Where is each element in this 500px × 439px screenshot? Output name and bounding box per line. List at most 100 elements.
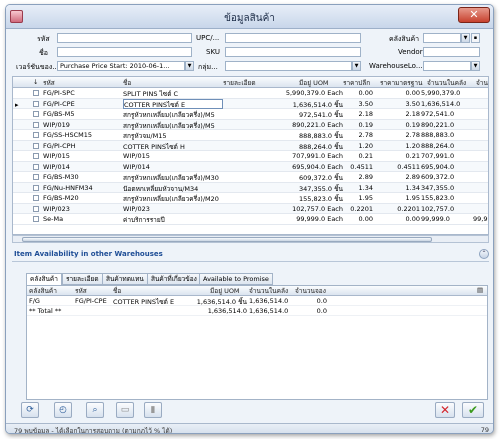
header-list-price[interactable]: ราคาปลีก — [343, 78, 370, 88]
code-input[interactable] — [57, 33, 192, 43]
cell-code: WIP/019 — [43, 120, 70, 129]
row-checkbox[interactable] — [33, 205, 39, 212]
cell-onhand: 155,823.0 — [421, 194, 455, 202]
cell-code: FG/BS-M30 — [43, 173, 79, 181]
refresh-button[interactable]: ⟳ — [21, 402, 39, 418]
table-row[interactable]: WIP/019 สกรูหัวหกเหลี่ยม(เกลียวครึ่ง)/M5 8… — [13, 119, 488, 130]
row-checkbox[interactable] — [33, 216, 39, 222]
warehouse-lookup-icon[interactable]: ▪ — [471, 33, 480, 43]
tab-related[interactable]: สินค้าที่เกี่ยวข้อง — [147, 273, 201, 285]
delete-button[interactable]: ▮ — [144, 402, 162, 418]
cell-name: WIP/014 — [123, 162, 150, 171]
cell-list: 0.00 — [358, 89, 373, 97]
table-row[interactable]: Se-Ma ค่าบริการรายปี 99,999.0 Each 0.00 0.00… — [13, 214, 488, 225]
group-select[interactable] — [225, 61, 352, 71]
cell-code: FG/SS-HSCM15 — [43, 131, 92, 139]
table-row[interactable]: FG/PI-SPC SPLIT PINS ไซต์ C 5,990,379.0 Ea… — [13, 88, 488, 99]
sub-header-qty-uom[interactable]: มีอยู่ UOM — [210, 286, 240, 296]
header-onhand[interactable]: จำนวนในคลัง — [427, 78, 466, 88]
row-checkbox[interactable] — [33, 184, 39, 191]
row-checkbox[interactable] — [33, 132, 39, 138]
sub-header-code[interactable]: รหัส — [75, 286, 87, 296]
cell-code: FG/PI-SPC — [43, 89, 75, 97]
group-dropdown-icon[interactable]: ▼ — [352, 61, 361, 71]
sub-header-reserved[interactable]: จำนวนจอง — [295, 286, 326, 296]
table-row[interactable]: FG/Nu-HNFM34 น๊อตหกเหลี่ยมหัวจาน/M34 347,3… — [13, 182, 488, 193]
tab-substitutes[interactable]: สินค้าทดแทน — [102, 273, 148, 285]
cell-code: FG/BS-M20 — [43, 194, 79, 202]
availability-cell-wh: F/G — [29, 297, 40, 305]
scrollbar-thumb[interactable] — [22, 237, 432, 242]
status-count: 79 — [480, 426, 489, 434]
availability-section-header[interactable]: Item Availability in other Warehouses ⌃ — [12, 248, 489, 260]
cell-std: 2.78 — [405, 131, 420, 139]
sku-input[interactable] — [225, 47, 361, 57]
cell-qty: 890,221.0 Each — [292, 120, 343, 129]
cell-std: 3.50 — [405, 99, 420, 108]
collapse-icon[interactable]: ⌃ — [479, 249, 489, 259]
horizontal-scrollbar[interactable] — [12, 235, 489, 243]
cell-qty: 155,823.0 ชิ้น — [298, 195, 343, 203]
table-row[interactable]: FG/PI-CPH COTTER PINSไซต์ H 888,264.0 ชิ้น… — [13, 140, 488, 151]
print-button[interactable]: ▭ — [116, 402, 134, 418]
table-row[interactable]: WIP/015 WIP/015 707,991.0 Each 0.21 0.21 707,… — [13, 151, 488, 162]
table-row[interactable]: FG/BS-M30 สกรูหัวหกเหลี่ยม(เกลียวครึ่ง)/M… — [13, 172, 488, 183]
availability-cell-wh: ** Total ** — [29, 307, 62, 315]
header-description[interactable]: รายละเอียด — [223, 78, 256, 88]
section-divider — [12, 261, 489, 262]
header-check[interactable]: ↓ — [33, 78, 38, 86]
header-std-price[interactable]: ราคามาตรฐาน — [380, 78, 422, 88]
close-button[interactable]: ✕ — [458, 7, 490, 23]
availability-cell-qty: 1,636,514.0 — [207, 307, 247, 315]
availability-grid: คลังสินค้า รหัส ชื่อ มีอยู่ UOM จำนวนในค… — [26, 285, 488, 400]
pricelist-select[interactable]: Purchase Price Start: 2010-06-1... — [57, 61, 185, 71]
row-checkbox[interactable] — [33, 142, 39, 149]
table-row[interactable]: ▸ FG/PI-CPE COTTER PINSไซต์ E 1,636,514.0 ช… — [13, 98, 488, 109]
availability-row[interactable]: ** Total ** 1,636,514.0 1,636,514.0 0.0 — [27, 306, 487, 316]
pricelist-dropdown-icon[interactable]: ▼ — [185, 61, 194, 71]
table-row[interactable]: FG/BS-M20 สกรูหัวหกเหลี่ยม(เกลียวครึ่ง)/M… — [13, 193, 488, 204]
row-checkbox[interactable] — [33, 121, 39, 128]
sub-grid-menu-icon[interactable]: ▤ — [477, 286, 483, 294]
row-checkbox[interactable] — [33, 153, 39, 159]
row-checkbox[interactable] — [33, 163, 39, 170]
table-row[interactable]: WIP/014 WIP/014 695,904.0 Each 0.4511 0.4511… — [13, 161, 488, 172]
zoom-button[interactable]: ⌕ — [86, 402, 104, 418]
header-code[interactable]: รหัส — [43, 78, 55, 88]
pricelist-label: เวอร์ชันของ... — [16, 63, 59, 71]
availability-grid-body: F/G FG/PI-CPE COTTER PINSไซต์ E 1,636,514.0… — [27, 296, 487, 316]
row-checkbox[interactable] — [33, 90, 39, 96]
cell-code: WIP/015 — [43, 152, 70, 160]
table-row[interactable]: FG/SS-HSCM15 สกรูหัวจม/M15 888,883.0 ชิ้น 2… — [13, 130, 488, 141]
table-row[interactable]: FG/BS-M5 สกรูหัวหกเหลี่ยม(เกลียวครึ่ง)/M5… — [13, 109, 488, 120]
sub-header-onhand[interactable]: จำนวนในคลัง — [249, 286, 288, 296]
ok-button[interactable]: ✔ — [462, 402, 484, 418]
warehouse-select[interactable] — [423, 33, 461, 43]
vendor-label: Vendor — [398, 48, 423, 56]
availability-cell-reserved: 0.0 — [316, 297, 327, 305]
sub-header-warehouse[interactable]: คลังสินค้า — [29, 286, 57, 296]
upc-input[interactable] — [225, 33, 361, 43]
warehouseloc-dropdown-icon[interactable]: ▼ — [471, 61, 480, 71]
cancel-button[interactable]: ✕ — [435, 402, 455, 418]
cell-qty: 972,541.0 ชิ้น — [298, 111, 343, 119]
row-checkbox[interactable] — [33, 100, 39, 107]
row-checkbox[interactable] — [33, 174, 39, 180]
tab-available-to-promise[interactable]: Available to Promise — [199, 273, 273, 285]
warehouseloc-select[interactable] — [423, 61, 471, 71]
cell-std: 1.95 — [405, 194, 420, 202]
row-checkbox[interactable] — [33, 111, 39, 117]
name-input[interactable] — [57, 47, 192, 57]
history-button[interactable]: ◴ — [54, 402, 72, 418]
warehouse-dropdown-icon[interactable]: ▼ — [461, 33, 470, 43]
header-qty-uom[interactable]: มีอยู่ UOM — [299, 78, 329, 88]
row-checkbox[interactable] — [33, 195, 39, 201]
header-extra[interactable]: จำนวน — [476, 78, 488, 88]
availability-row[interactable]: F/G FG/PI-CPE COTTER PINSไซต์ E 1,636,514.0… — [27, 296, 487, 306]
header-name[interactable]: ชื่อ — [123, 78, 131, 88]
vendor-input[interactable] — [423, 47, 480, 57]
table-row[interactable]: WIP/023 WIP/023 102,757.0 Each 0.2201 0.2201… — [13, 203, 488, 214]
cell-list: 1.95 — [358, 194, 373, 202]
tab-details[interactable]: รายละเอียด — [62, 273, 103, 285]
sub-header-name[interactable]: ชื่อ — [113, 286, 121, 296]
